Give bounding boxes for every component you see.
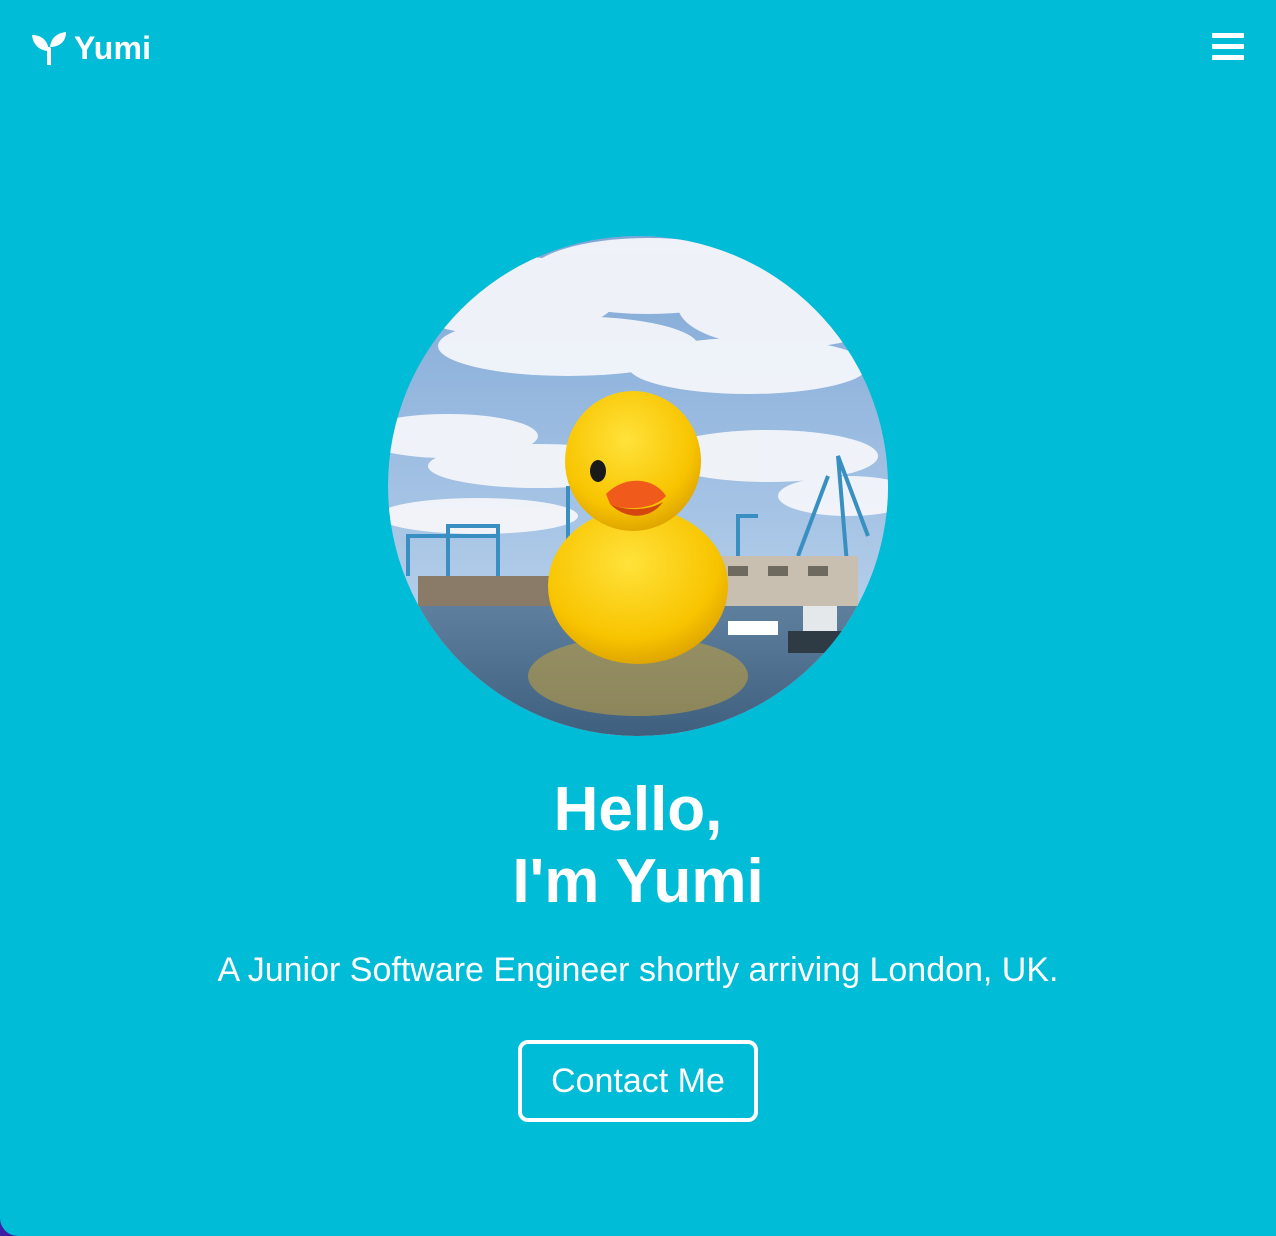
greeting-line-2: I'm Yumi [512, 847, 764, 916]
hero-headline: Hello, I'm Yumi [0, 774, 1276, 918]
hero-section: Hello, I'm Yumi A Junior Software Engine… [0, 0, 1276, 1236]
greeting-line-1: Hello, [553, 775, 723, 844]
page: Yumi Hello, I'm Yumi A Junior Software E… [0, 0, 1276, 1236]
profile-photo [388, 236, 888, 736]
contact-me-button[interactable]: Contact Me [518, 1040, 758, 1122]
hero-subtitle: A Junior Software Engineer shortly arriv… [217, 951, 1059, 989]
